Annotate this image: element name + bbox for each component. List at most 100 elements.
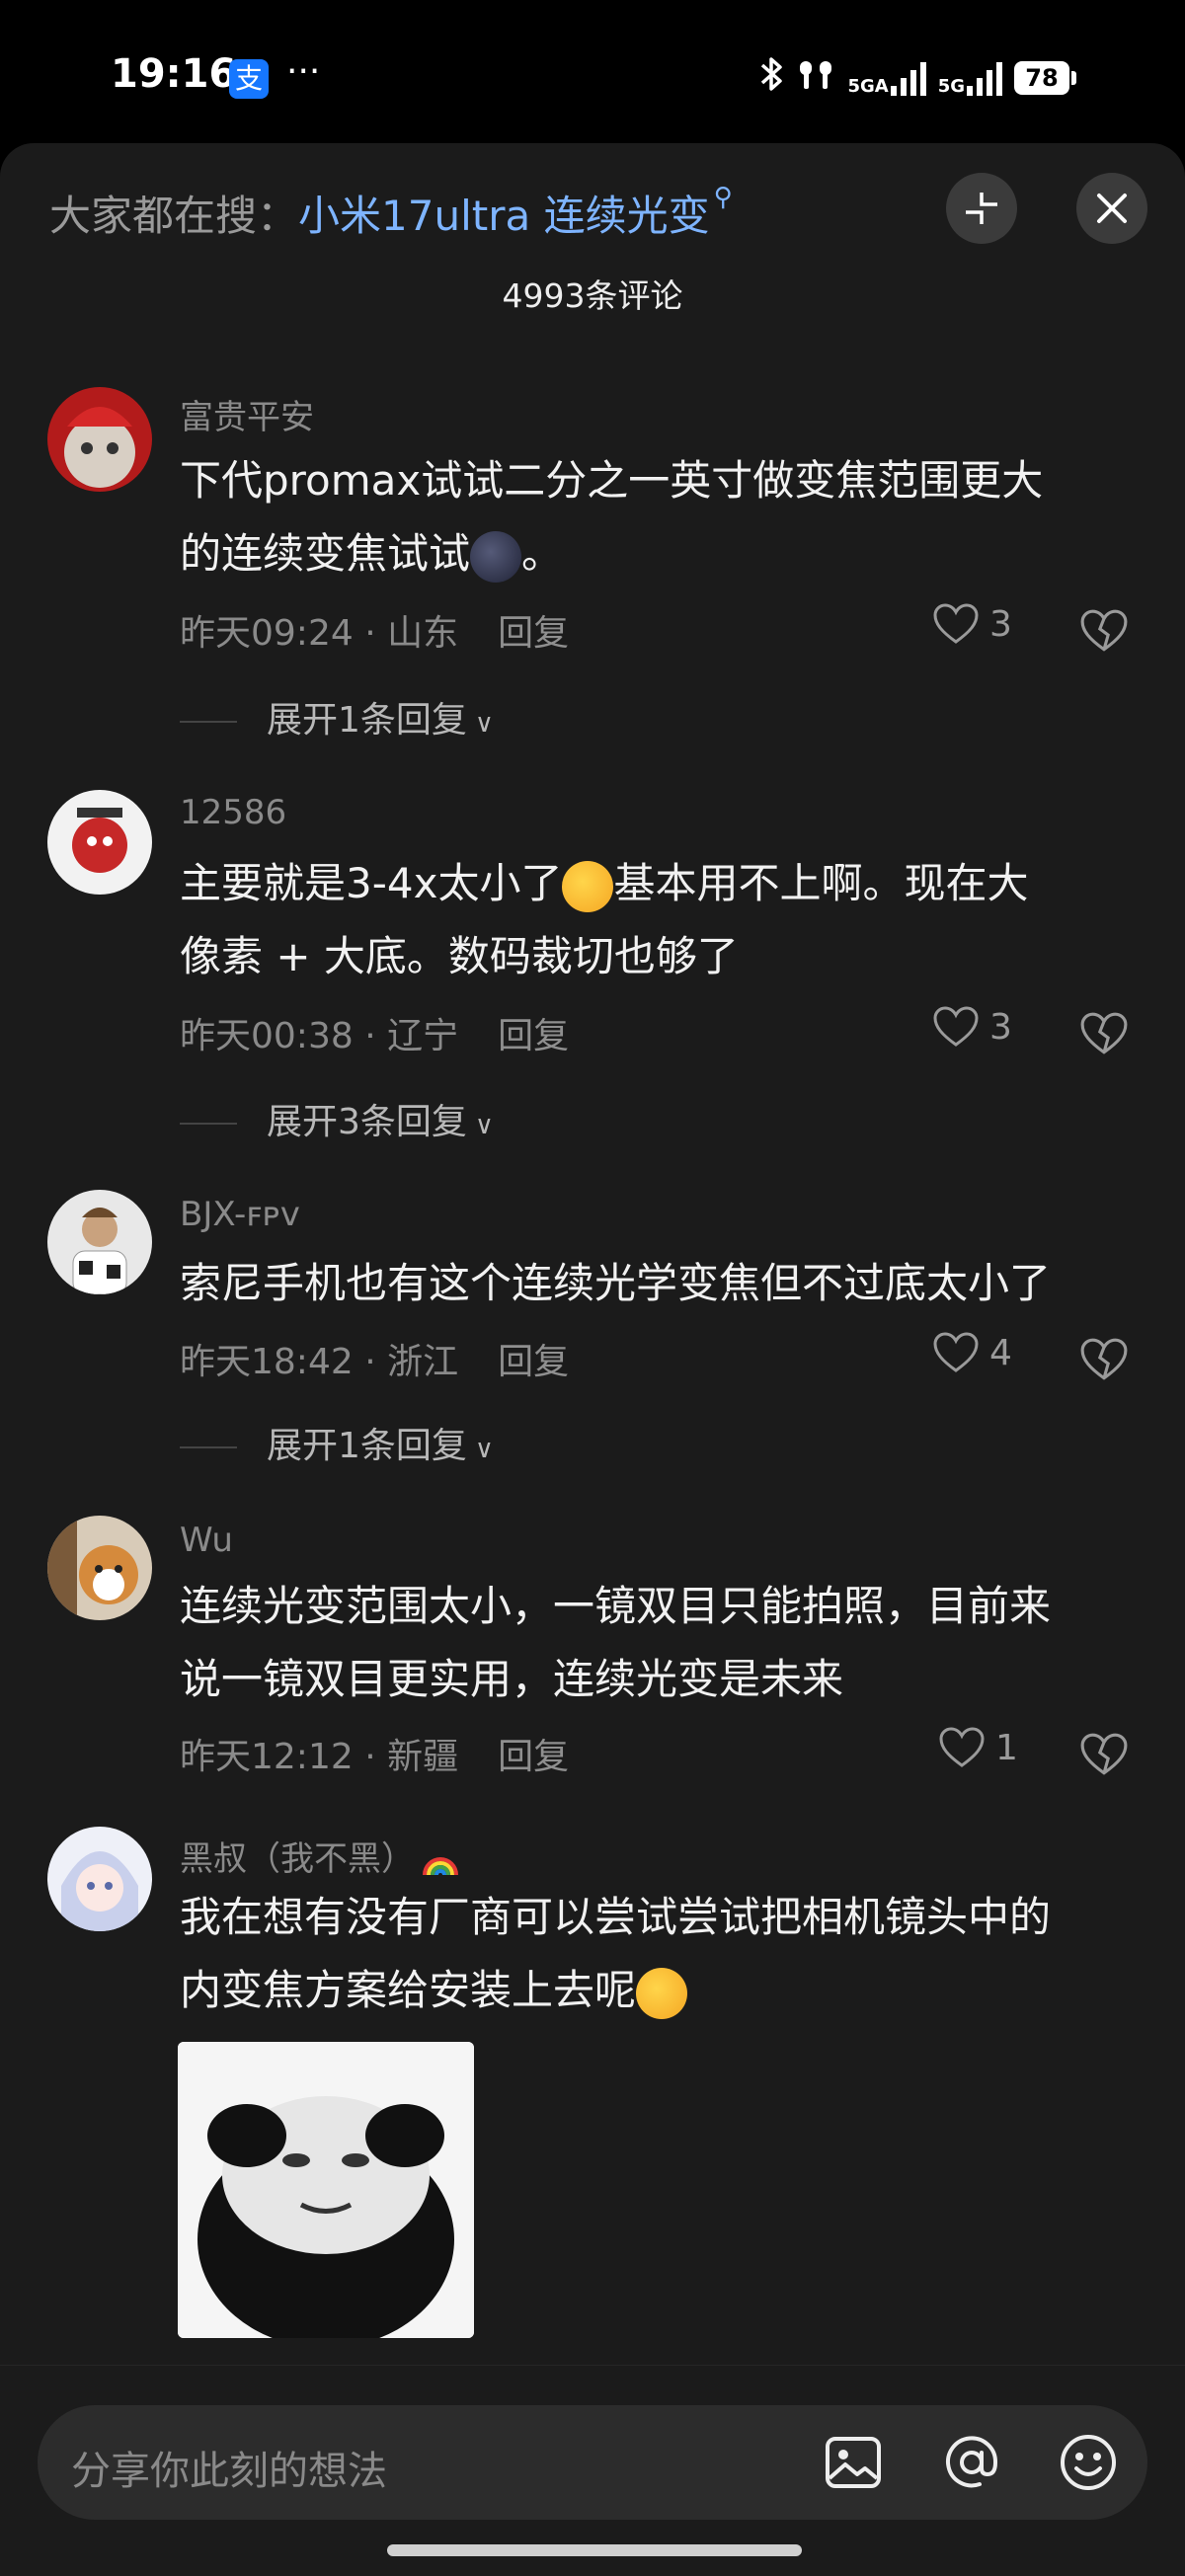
comment-line: 主要就是3-4x太小了 基本用不上啊。现在大 (180, 847, 1128, 920)
reply-button[interactable]: 回复 (498, 1737, 569, 1777)
comment-image[interactable] (178, 2042, 474, 2338)
comment-text: 下代promax试试二分之一英寸做变焦范围更大 的连续变焦试试 。 (180, 444, 1128, 590)
comment-line: 像素 + 大底。数码裁切也够了 (180, 932, 739, 980)
like-button[interactable]: 3 (932, 602, 1012, 646)
hot-search-prefix: 大家都在搜： (49, 192, 299, 240)
signal-bars-icon (890, 60, 926, 96)
comment-time: 昨天18:42 (180, 1342, 354, 1382)
expand-replies-button[interactable]: 展开1条回复 ∨ (180, 1417, 494, 1468)
like-count: 3 (989, 603, 1012, 645)
comment-input[interactable]: 分享你此刻的想法 (38, 2405, 1147, 2520)
reply-button[interactable]: 回复 (498, 1016, 569, 1056)
hot-search-term[interactable]: 小米17ultra 连续光变 (298, 192, 710, 240)
comment-input-placeholder: 分享你此刻的想法 (71, 2449, 387, 2494)
expand-replies-label: 展开1条回复 (267, 700, 467, 741)
comment-line: 的连续变焦试试 。 (180, 517, 1128, 590)
heart-icon (939, 1727, 985, 1767)
heart-icon (933, 603, 979, 644)
heart-icon (933, 1332, 979, 1372)
chevron-down-icon: ∨ (474, 1435, 494, 1464)
comment-line: 我在想有没有厂商可以尝试尝试把相机镜头中的 (180, 1893, 1052, 1941)
comment-text: 索尼手机也有这个连续光学变焦但不过底太小了 (180, 1247, 1128, 1320)
broken-heart-icon[interactable] (1079, 1730, 1129, 1779)
image-icon[interactable] (822, 2431, 885, 2494)
collapse-button[interactable] (946, 173, 1017, 244)
heart-icon (933, 1006, 979, 1047)
comment-line: 内变焦方案给安装上去呢 (180, 1954, 1128, 2027)
search-icon: ⚲ (713, 183, 733, 212)
comment-location: 辽宁 (387, 1016, 459, 1056)
comment-meta: 昨天00:38 · 辽宁 回复 (180, 1016, 570, 1056)
status-time: 19:16 (111, 51, 237, 97)
like-count: 1 (995, 1727, 1018, 1768)
avatar[interactable] (47, 1190, 152, 1294)
avatar[interactable] (47, 790, 152, 895)
alipay-icon: 支 (229, 59, 269, 99)
username[interactable]: 富贵平安 (180, 390, 314, 438)
comment-line: 连续光变范围太小，一镜双目只能拍照，目前来 (180, 1582, 1052, 1630)
smiley-icon[interactable] (1057, 2431, 1120, 2494)
divider (180, 1123, 237, 1125)
collapse-icon (966, 193, 997, 224)
more-notifications-icon: ··· (286, 51, 321, 92)
username-row[interactable]: 黑叔（我不黑） (180, 1832, 460, 1880)
comment-meta: 昨天09:24 · 山东 回复 (180, 613, 570, 654)
comment-meta: 昨天18:42 · 浙江 回复 (180, 1342, 570, 1382)
expand-replies-label: 展开1条回复 (267, 1426, 467, 1466)
broken-heart-icon[interactable] (1079, 1335, 1129, 1384)
close-icon (1097, 194, 1127, 223)
comment-line: 说一镜双目更实用，连续光变是未来 (180, 1655, 844, 1703)
signal-1: 5GA (847, 60, 926, 97)
username[interactable]: 12586 (180, 793, 286, 832)
username[interactable]: 黑叔（我不黑） (180, 1839, 415, 1879)
rainbow-emoji-icon (421, 1846, 460, 1876)
like-count: 3 (989, 1006, 1012, 1048)
broken-heart-icon[interactable] (1079, 606, 1129, 656)
avatar[interactable] (47, 1516, 152, 1620)
chevron-down-icon: ∨ (474, 1111, 494, 1140)
hot-search-row[interactable]: 大家都在搜：小米17ultra 连续光变 ⚲ (49, 183, 733, 243)
comment-text: 主要就是3-4x太小了 基本用不上啊。现在大 像素 + 大底。数码裁切也够了 (180, 847, 1128, 993)
at-icon[interactable] (940, 2431, 1003, 2494)
username[interactable]: BJX-ꜰᴘᴠ (180, 1195, 300, 1234)
avatar[interactable] (47, 387, 152, 492)
comment-time: 昨天12:12 (180, 1737, 354, 1777)
comment-line-text: 基本用不上啊。现在大 (613, 859, 1029, 907)
comment-text: 我在想有没有厂商可以尝试尝试把相机镜头中的 内变焦方案给安装上去呢 (180, 1881, 1128, 2027)
like-button[interactable]: 1 (938, 1726, 1018, 1769)
divider (180, 1446, 237, 1448)
comment-location: 新疆 (387, 1737, 459, 1777)
like-button[interactable]: 3 (932, 1005, 1012, 1049)
laughing-crying-emoji-icon (562, 860, 614, 912)
network-type-2: 5G (937, 76, 965, 97)
reply-button[interactable]: 回复 (498, 1342, 569, 1382)
comment-line: 索尼手机也有这个连续光学变焦但不过底太小了 (180, 1259, 1052, 1307)
username[interactable]: Wu (180, 1521, 233, 1560)
status-icons: 5GA 5G 78 (758, 55, 1076, 101)
comment-count: 4993条评论 (502, 276, 683, 315)
expand-replies-button[interactable]: 展开3条回复 ∨ (180, 1093, 494, 1144)
chevron-down-icon: ∨ (474, 709, 494, 739)
broken-heart-icon[interactable] (1079, 1009, 1129, 1058)
comment-meta: 昨天12:12 · 新疆 回复 (180, 1737, 570, 1777)
home-indicator[interactable] (387, 2544, 802, 2556)
close-button[interactable] (1076, 173, 1147, 244)
signal-2: 5G (938, 60, 1002, 96)
smug-emoji-icon (636, 1967, 688, 2019)
network-type-1: 5GA (847, 76, 889, 97)
comment-line-text: 主要就是3-4x太小了 (180, 859, 563, 907)
avatar[interactable] (47, 1827, 152, 1931)
comment-line-text: 的连续变焦试试 (180, 529, 471, 578)
comment-line-text: 内变焦方案给安装上去呢 (180, 1966, 637, 2014)
expand-replies-button[interactable]: 展开1条回复 ∨ (180, 691, 494, 742)
comment-time: 昨天09:24 (180, 613, 354, 654)
reply-button[interactable]: 回复 (498, 613, 569, 654)
comment-location: 山东 (387, 613, 459, 654)
like-count: 4 (989, 1332, 1012, 1373)
new-moon-emoji-icon (470, 530, 522, 583)
battery-icon: 78 (1014, 61, 1076, 95)
bluetooth-icon (758, 55, 784, 101)
like-button[interactable]: 4 (932, 1331, 1012, 1374)
comment-time: 昨天00:38 (180, 1016, 354, 1056)
divider (180, 721, 237, 723)
